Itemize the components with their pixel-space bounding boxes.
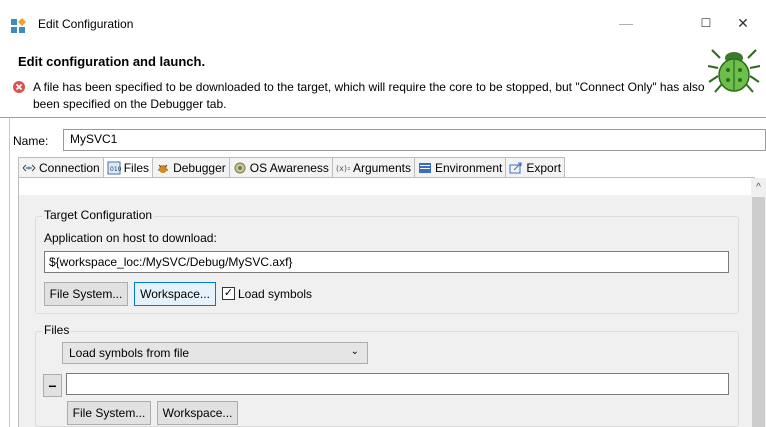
dropdown-value: Load symbols from file xyxy=(69,346,190,360)
close-button[interactable]: ✕ xyxy=(720,9,766,37)
name-input[interactable]: MySVC1 xyxy=(63,129,766,151)
tab-label: Export xyxy=(526,160,562,175)
window-title: Edit Configuration xyxy=(38,17,134,31)
tab-connection[interactable]: Connection xyxy=(18,157,104,177)
files-file-system-button[interactable]: File System... xyxy=(67,401,151,425)
os-awareness-icon xyxy=(234,162,246,173)
tab-label: OS Awareness xyxy=(249,160,329,175)
environment-icon xyxy=(418,162,431,173)
name-label: Name: xyxy=(13,134,49,148)
file-system-button[interactable]: File System... xyxy=(44,282,128,306)
application-path-input[interactable]: ${workspace_loc:/MySVC/Debug/MySVC.axf} xyxy=(44,251,729,273)
tab-debugger[interactable]: Debugger xyxy=(152,157,230,177)
tab-label: Environment xyxy=(434,160,503,175)
application-label: Application on host to download: xyxy=(44,231,217,245)
tab-label: Debugger xyxy=(173,160,226,175)
tab-bar: Connection 010 Files Debugger OS Awarene… xyxy=(18,157,566,178)
tab-label: Arguments xyxy=(352,160,411,175)
load-symbols-label: Load symbols xyxy=(238,287,313,301)
arguments-icon: (x)= xyxy=(336,164,350,173)
tab-export[interactable]: Export xyxy=(505,157,566,177)
tab-files[interactable]: 010 Files xyxy=(102,157,154,178)
tab-arguments[interactable]: (x)= Arguments xyxy=(331,157,415,177)
tab-os-awareness[interactable]: OS Awareness xyxy=(228,157,333,177)
dialog-header: Edit configuration and launch. A file ha… xyxy=(0,44,766,118)
target-configuration-legend: Target Configuration xyxy=(42,208,155,222)
remove-file-button[interactable]: − xyxy=(43,374,62,397)
load-symbols-dropdown[interactable]: Load symbols from file ⌄ xyxy=(62,342,368,364)
debug-bug-icon xyxy=(707,49,761,93)
app-icon xyxy=(11,18,26,33)
debugger-icon xyxy=(158,164,169,173)
dialog-header-title: Edit configuration and launch. xyxy=(18,54,206,69)
scroll-up-arrow-icon[interactable]: ^ xyxy=(751,180,766,194)
connection-icon xyxy=(22,164,36,171)
files-legend: Files xyxy=(42,323,72,337)
load-symbols-checkbox[interactable]: ✓ xyxy=(222,287,235,300)
error-message: A file has been specified to be download… xyxy=(33,80,705,111)
files-icon: 010 xyxy=(107,161,121,175)
export-icon xyxy=(509,162,522,173)
tab-environment[interactable]: Environment xyxy=(413,157,507,177)
tab-label: Connection xyxy=(39,160,100,175)
svg-text:010: 010 xyxy=(110,166,121,173)
svg-text:(x)=: (x)= xyxy=(336,164,350,173)
chevron-down-icon: ⌄ xyxy=(350,346,359,357)
title-bar: Edit Configuration — ☐ ✕ xyxy=(0,0,766,44)
file-path-input[interactable] xyxy=(66,373,729,395)
error-icon xyxy=(13,81,25,93)
workspace-button[interactable]: Workspace... xyxy=(134,282,216,306)
files-workspace-button[interactable]: Workspace... xyxy=(157,401,238,425)
tab-label: Files xyxy=(123,161,150,175)
scroll-thumb[interactable] xyxy=(752,197,765,427)
minimize-button[interactable]: — xyxy=(603,9,649,37)
